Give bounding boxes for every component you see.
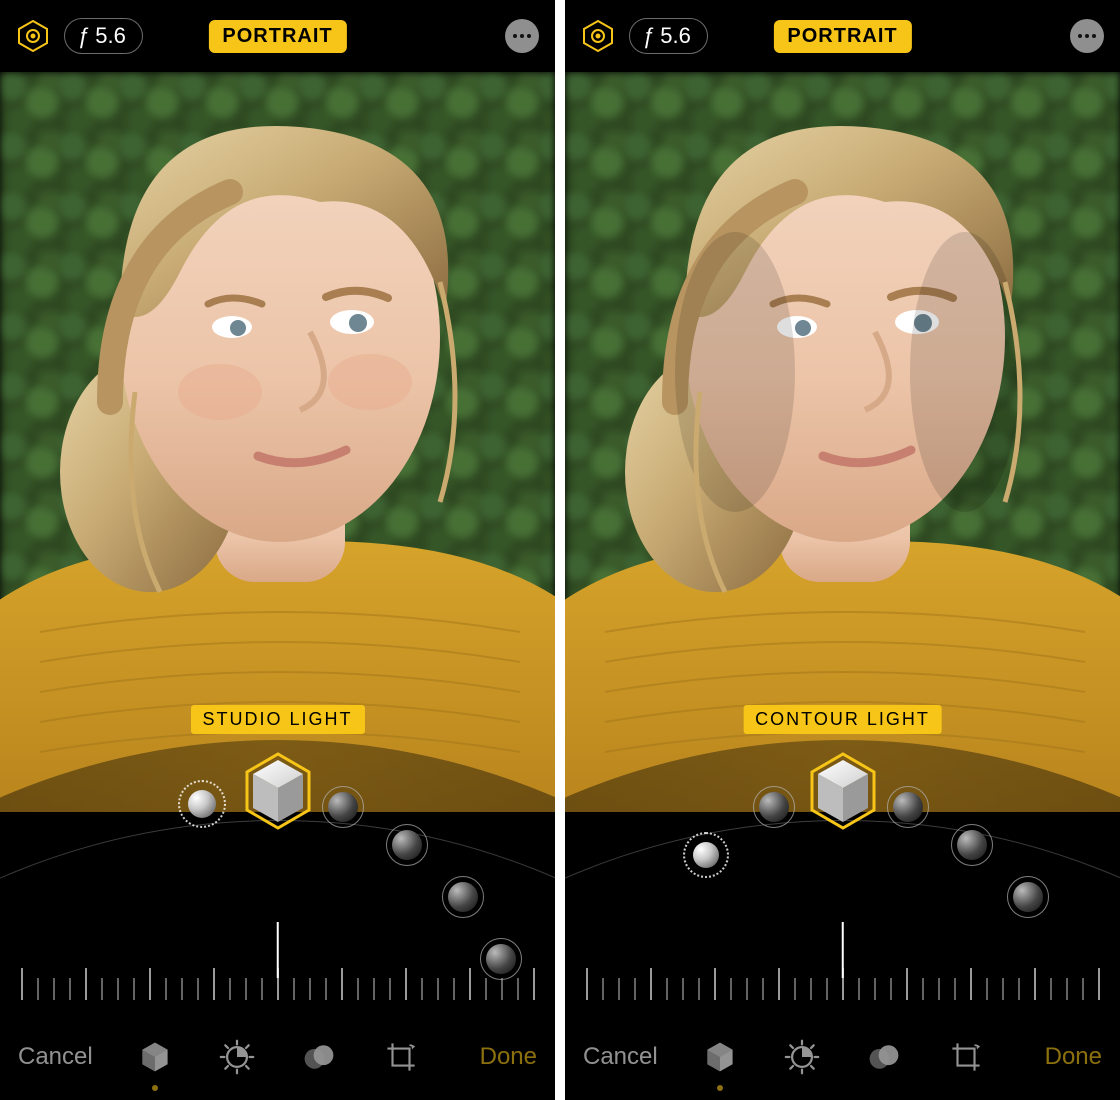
ruler-tick	[85, 968, 87, 1000]
photo-editor-screen: ƒ 5.6 PORTRAIT	[565, 0, 1120, 1100]
ruler-tick	[37, 978, 39, 1000]
ruler-tick	[1034, 968, 1036, 1000]
ruler-tick	[213, 968, 215, 1000]
ruler-tick	[602, 978, 604, 1000]
ruler-tick	[405, 968, 407, 1000]
ruler-tick	[501, 978, 503, 1000]
ruler-tick	[133, 978, 135, 1000]
lighting-option-natural[interactable]	[693, 842, 719, 868]
ruler-tick	[469, 968, 471, 1000]
ruler-tick	[986, 978, 988, 1000]
ruler-tick	[181, 978, 183, 1000]
ruler-tick	[101, 978, 103, 1000]
ruler-tick	[453, 978, 455, 1000]
ruler-tick	[618, 978, 620, 1000]
top-toolbar: ƒ 5.6 PORTRAIT	[565, 0, 1120, 72]
aperture-button[interactable]: ƒ 5.6	[64, 18, 143, 54]
photo-preview[interactable]: CONTOUR LIGHT	[565, 72, 1120, 812]
ruler-tick	[421, 978, 423, 1000]
ruler-tick	[517, 978, 519, 1000]
aperture-f-label: ƒ	[77, 23, 89, 49]
ruler-tick	[746, 978, 748, 1000]
ruler-tick	[533, 968, 535, 1000]
lighting-option-stage-mono[interactable]	[448, 882, 478, 912]
intensity-pointer	[276, 922, 279, 978]
depth-control-icon[interactable]	[581, 19, 615, 53]
ruler-tick	[1066, 978, 1068, 1000]
ruler-tick	[357, 978, 359, 1000]
photo-preview[interactable]: STUDIO LIGHT	[0, 72, 555, 812]
more-options-button[interactable]	[505, 19, 539, 53]
ruler-tick	[293, 978, 295, 1000]
ruler-tick	[1050, 978, 1052, 1000]
ruler-tick	[666, 978, 668, 1000]
lighting-option-studio[interactable]	[759, 792, 789, 822]
top-toolbar: ƒ 5.6 PORTRAIT	[0, 0, 555, 72]
lighting-picker[interactable]	[565, 730, 1120, 950]
ruler-tick	[714, 968, 716, 1000]
ruler-tick	[906, 968, 908, 1000]
ruler-tick	[309, 978, 311, 1000]
depth-control-icon[interactable]	[16, 19, 50, 53]
lighting-option-contour[interactable]	[328, 792, 358, 822]
ruler-tick	[245, 978, 247, 1000]
intensity-slider[interactable]	[565, 950, 1120, 1000]
camera-mode-badge: PORTRAIT	[208, 20, 346, 53]
ruler-tick	[922, 978, 924, 1000]
lighting-option-high-key-mono[interactable]	[1013, 882, 1043, 912]
ruler-tick	[778, 968, 780, 1000]
lighting-option-stage[interactable]	[392, 830, 422, 860]
ruler-tick	[954, 978, 956, 1000]
ruler-tick	[325, 978, 327, 1000]
ruler-tick	[165, 978, 167, 1000]
ruler-tick	[389, 978, 391, 1000]
ruler-tick	[874, 978, 876, 1000]
ruler-tick	[1082, 978, 1084, 1000]
lighting-option-natural[interactable]	[188, 790, 216, 818]
ruler-tick	[890, 978, 892, 1000]
ruler-tick	[698, 978, 700, 1000]
ruler-tick	[1002, 978, 1004, 1000]
lighting-option-stage-mono[interactable]	[957, 830, 987, 860]
ruler-tick	[794, 978, 796, 1000]
intensity-slider[interactable]	[0, 950, 555, 1000]
ruler-tick	[149, 968, 151, 1000]
lighting-option-stage[interactable]	[893, 792, 923, 822]
ruler-tick	[261, 978, 263, 1000]
lighting-option-selected[interactable]	[243, 752, 313, 830]
ruler-tick	[858, 978, 860, 1000]
ruler-tick	[373, 978, 375, 1000]
intensity-pointer	[841, 922, 844, 978]
photo-editor-screen: ƒ 5.6 PORTRAIT	[0, 0, 555, 1100]
ruler-tick	[762, 978, 764, 1000]
ruler-tick	[21, 968, 23, 1000]
ruler-tick	[197, 978, 199, 1000]
ruler-tick	[1018, 978, 1020, 1000]
ruler-tick	[117, 978, 119, 1000]
aperture-f-label: ƒ	[642, 23, 654, 49]
ruler-tick	[650, 968, 652, 1000]
aperture-value: 5.6	[660, 23, 691, 49]
ruler-tick	[970, 968, 972, 1000]
aperture-value: 5.6	[95, 23, 126, 49]
lighting-picker[interactable]	[0, 730, 555, 950]
ruler-tick	[69, 978, 71, 1000]
ruler-tick	[586, 968, 588, 1000]
lighting-option-selected[interactable]	[808, 752, 878, 830]
ruler-tick	[485, 978, 487, 1000]
aperture-button[interactable]: ƒ 5.6	[629, 18, 708, 54]
ruler-tick	[437, 978, 439, 1000]
ruler-tick	[1098, 968, 1100, 1000]
ruler-tick	[730, 978, 732, 1000]
ruler-tick	[682, 978, 684, 1000]
ruler-tick	[826, 978, 828, 1000]
camera-mode-badge: PORTRAIT	[773, 20, 911, 53]
ruler-tick	[53, 978, 55, 1000]
ruler-tick	[229, 978, 231, 1000]
ruler-tick	[938, 978, 940, 1000]
ruler-tick	[810, 978, 812, 1000]
ruler-tick	[634, 978, 636, 1000]
ruler-tick	[341, 968, 343, 1000]
more-options-button[interactable]	[1070, 19, 1104, 53]
